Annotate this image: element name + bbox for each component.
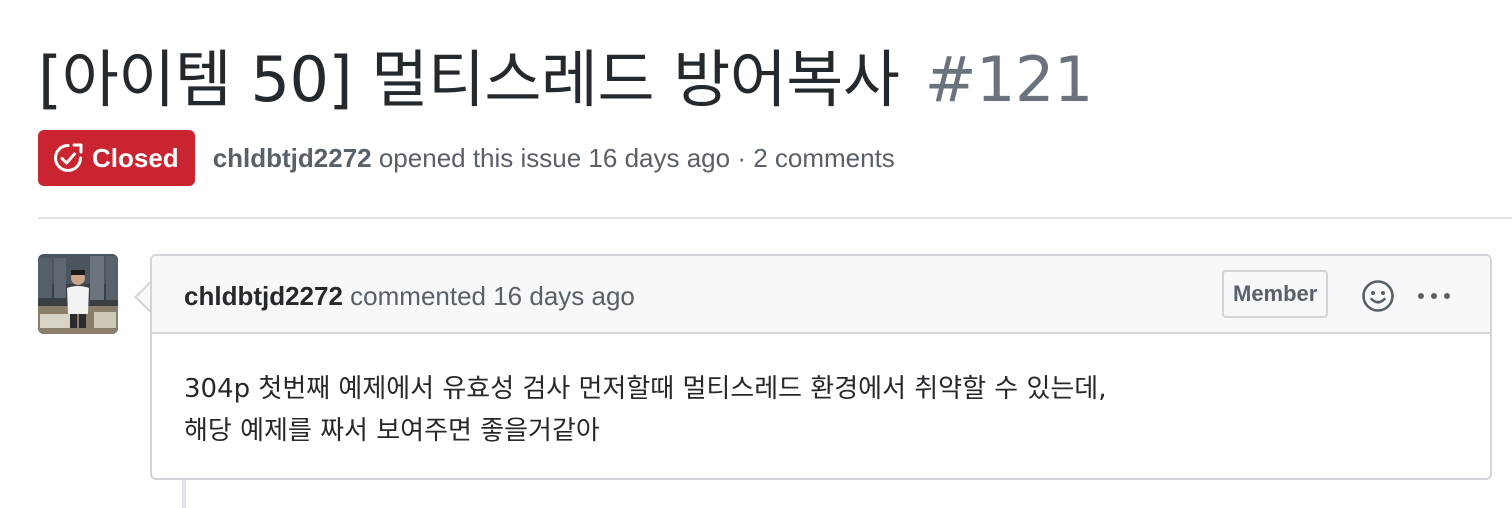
- smiley-icon: [1362, 280, 1394, 312]
- kebab-horizontal-icon: [1418, 293, 1450, 299]
- add-reaction-button[interactable]: [1360, 278, 1396, 314]
- issue-meta: Closed chldbtjd2272 opened this issue 16…: [38, 130, 895, 186]
- timeline-line: [182, 480, 186, 508]
- avatar[interactable]: [38, 254, 118, 334]
- avatar-image: [38, 254, 118, 334]
- comment-action-text[interactable]: commented 16 days ago: [343, 281, 635, 311]
- state-label: Closed: [92, 142, 179, 173]
- comment-box: chldbtjd2272 commented 16 days ago Membe…: [150, 254, 1492, 480]
- comment-author-link[interactable]: chldbtjd2272: [184, 281, 343, 311]
- header-divider: [38, 217, 1512, 219]
- comment-body-line: 304p 첫번째 예제에서 유효성 검사 먼저할때 멀티스레드 환경에서 취약할…: [184, 374, 1107, 404]
- issue-title: [아이템 50] 멀티스레드 방어복사 #121: [38, 40, 1093, 120]
- comment-body-line: 해당 예제를 짜서 보여주면 좋을거같아: [184, 416, 600, 446]
- issue-meta-suffix: opened this issue 16 days ago · 2 commen…: [371, 142, 895, 173]
- issue-author-link[interactable]: chldbtjd2272: [213, 143, 372, 173]
- comment-options-button[interactable]: [1414, 278, 1454, 314]
- role-badge: Member: [1222, 270, 1329, 318]
- state-badge: Closed: [38, 130, 195, 186]
- comment-header-text: chldbtjd2272 commented 16 days ago: [184, 280, 635, 312]
- issue-meta-text: chldbtjd2272 opened this issue 16 days a…: [213, 143, 895, 174]
- comment-header: chldbtjd2272 commented 16 days ago Membe…: [152, 256, 1490, 334]
- issue-number: #121: [924, 43, 1094, 116]
- issue-closed-icon: [54, 143, 83, 172]
- issue-page: [아이템 50] 멀티스레드 방어복사 #121 Closed chldbtjd…: [0, 0, 1512, 508]
- issue-title-text: [아이템 50] 멀티스레드 방어복사: [38, 43, 900, 116]
- comment-body: 304p 첫번째 예제에서 유효성 검사 먼저할때 멀티스레드 환경에서 취약할…: [184, 368, 1106, 452]
